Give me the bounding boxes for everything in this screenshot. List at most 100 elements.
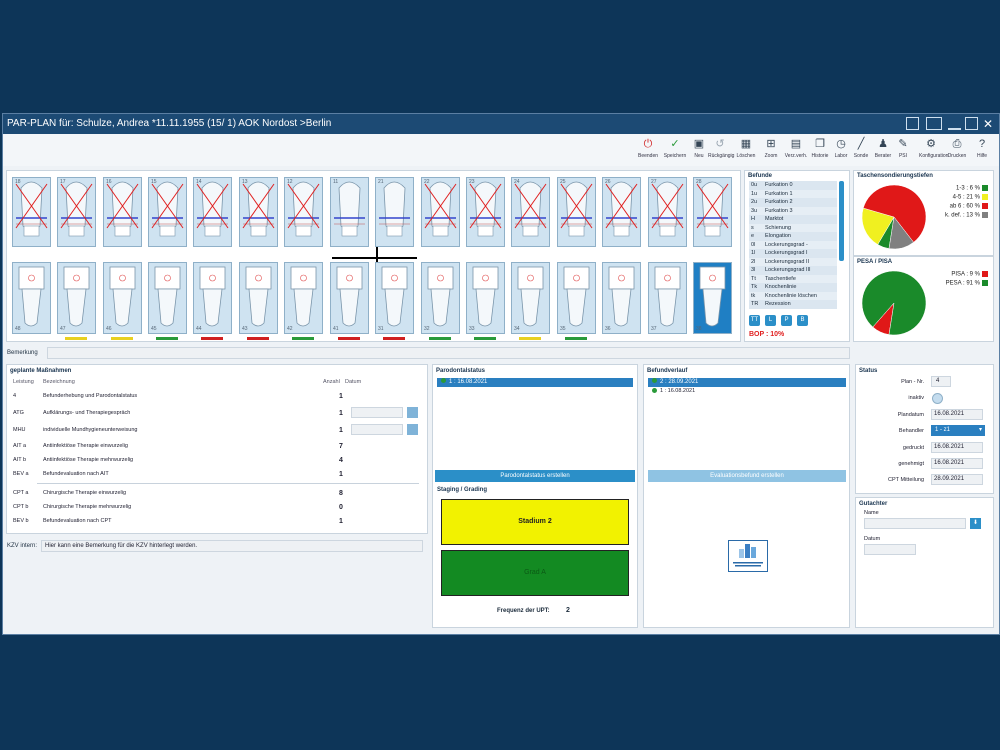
behandler-select[interactable]: 1 - z1 ▾	[931, 425, 985, 436]
befund-code: TR	[751, 301, 759, 307]
befund-item[interactable]: 1u Furkation 1	[749, 189, 837, 198]
befund-item[interactable]: TR Rezession	[749, 300, 837, 309]
toolbar-button-1[interactable]: ✓ Speichern	[663, 137, 687, 165]
tooth-upper-12[interactable]: 12	[284, 177, 323, 247]
befund-item[interactable]: tk Knochenlinie löschen	[749, 291, 837, 300]
calendar-icon[interactable]	[407, 407, 418, 418]
befunde-scrollbar[interactable]	[839, 181, 844, 261]
tooth-upper-26[interactable]: 26	[602, 177, 641, 247]
tooth-lower-32[interactable]: 32	[421, 262, 460, 334]
toolbar-button-6[interactable]: ▤ Verz.verh.	[784, 137, 808, 165]
tooth-upper-17[interactable]: 17	[57, 177, 96, 247]
taschen-title: Taschensondierungstiefen	[857, 173, 933, 179]
close-icon[interactable]: ✕	[983, 114, 993, 134]
kzv-input[interactable]: Hier kann eine Bemerkung für die KZV hin…	[41, 540, 423, 552]
tooth-graphic	[651, 181, 684, 237]
parostatus-create-button[interactable]: Parodontalstatus erstellen	[435, 470, 635, 482]
befundverlauf-item-1[interactable]: 2 : 28.09.2021	[648, 378, 846, 387]
gutachter-datum-input[interactable]	[864, 544, 916, 555]
tooth-upper-15[interactable]: 15	[148, 177, 187, 247]
tooth-lower-42[interactable]: 42	[284, 262, 323, 334]
tooth-upper-23[interactable]: 23	[466, 177, 505, 247]
leistung-datum-input[interactable]	[351, 407, 403, 418]
tooth-lower-46[interactable]: 46	[103, 262, 142, 334]
calendar-icon[interactable]	[407, 424, 418, 435]
toolbar-button-9[interactable]: ╱ Sonde	[849, 137, 873, 165]
tooth-upper-24[interactable]: 24	[511, 177, 550, 247]
tooth-lower-45[interactable]: 45	[148, 262, 187, 334]
toolbar-button-3[interactable]: ↺ Rückgängig	[708, 137, 734, 165]
toolbar-button-12[interactable]: ⚙ Konfiguration	[919, 137, 948, 165]
tooth-upper-16[interactable]: 16	[103, 177, 142, 247]
befund-item[interactable]: 3l Lockerungsgrad III	[749, 266, 837, 275]
evaluation-create-button[interactable]: Evaluationsbefund erstellen	[648, 470, 846, 482]
tooth-lower-34[interactable]: 34	[511, 262, 550, 334]
layout-icon[interactable]	[926, 117, 942, 130]
tooth-number: 35	[560, 326, 566, 332]
befund-item[interactable]: 0u Furkation 0	[749, 181, 837, 190]
befund-item[interactable]: 3u Furkation 3	[749, 206, 837, 215]
befund-item[interactable]: 2u Furkation 2	[749, 198, 837, 207]
toolbar-button-11[interactable]: ✎ PSI	[891, 137, 915, 165]
befund-item[interactable]: H Marktot	[749, 215, 837, 224]
tooth-lower-43[interactable]: 43	[239, 262, 278, 334]
tooth-upper-14[interactable]: 14	[193, 177, 232, 247]
tooth-lower-37[interactable]: 37	[648, 262, 687, 334]
befundverlauf-item-2[interactable]: 1 : 16.08.2021	[648, 388, 695, 394]
toolbar-button-4[interactable]: ▦ Löschen	[734, 137, 758, 165]
export-logo-icon[interactable]	[728, 540, 768, 572]
toolbar-button-5[interactable]: ⊞ Zoom	[759, 137, 783, 165]
befund-tool-button[interactable]: P	[781, 315, 792, 326]
cpt-label: CPT Mitteilung	[888, 477, 924, 483]
tooth-lower-31[interactable]: 31	[375, 262, 414, 334]
toolbar-button-0[interactable]: ⏻ Beenden	[636, 137, 660, 165]
maximize-icon[interactable]	[965, 117, 978, 130]
tooth-upper-27[interactable]: 27	[648, 177, 687, 247]
tooth-graphic	[469, 181, 502, 237]
minimize-icon[interactable]	[948, 117, 961, 130]
bemerkung-input[interactable]	[47, 347, 850, 359]
befund-label: Furkation 1	[765, 190, 793, 197]
befund-item[interactable]: 1l Lockerungsgrad I	[749, 249, 837, 258]
tooth-upper-25[interactable]: 25	[557, 177, 596, 247]
befund-item[interactable]: 2l Lockerungsgrad II	[749, 257, 837, 266]
tooth-lower-35[interactable]: 35	[557, 262, 596, 334]
inaktiv-toggle[interactable]	[932, 393, 943, 404]
tooth-upper-28[interactable]: 28	[693, 177, 732, 247]
befund-item[interactable]: Tt Taschentiefe	[749, 274, 837, 283]
tooth-lower-44[interactable]: 44	[193, 262, 232, 334]
leistung-code: ATG	[13, 410, 24, 416]
plandatum-input[interactable]: 16.08.2021	[931, 409, 983, 420]
befund-item[interactable]: s Schienung	[749, 223, 837, 232]
tooth-upper-21[interactable]: 21	[375, 177, 414, 247]
tooth-lower-33[interactable]: 33	[466, 262, 505, 334]
toolbar-button-14[interactable]: ? Hilfe	[970, 137, 994, 165]
befund-tool-button[interactable]: L	[765, 315, 776, 326]
tooth-upper-11[interactable]: 11	[330, 177, 369, 247]
tooth-upper-13[interactable]: 13	[239, 177, 278, 247]
keyboard-icon[interactable]	[906, 117, 919, 130]
befund-tool-button[interactable]: B	[797, 315, 808, 326]
download-icon[interactable]: ⬇	[970, 518, 981, 529]
tooth-lower-47[interactable]: 47	[57, 262, 96, 334]
gutachter-name-input[interactable]	[864, 518, 966, 529]
power-icon: ⏻	[643, 138, 653, 150]
tooth-lower-48[interactable]: 48	[12, 262, 51, 334]
genehmigt-input[interactable]: 16.08.2021	[931, 458, 983, 469]
tooth-lower-36[interactable]: 36	[602, 262, 641, 334]
befund-item[interactable]: e Elongation	[749, 232, 837, 241]
befund-item[interactable]: 0l Lockerungsgrad -	[749, 240, 837, 249]
befund-item[interactable]: Tk Knochenlinie	[749, 283, 837, 292]
gedruckt-input[interactable]: 16.08.2021	[931, 442, 983, 453]
tooth-upper-22[interactable]: 22	[421, 177, 460, 247]
toolbar-button-13[interactable]: ⎙ Drucken	[945, 137, 969, 165]
cpt-input[interactable]: 28.09.2021	[931, 474, 983, 485]
befund-tool-button[interactable]: TT	[749, 315, 760, 326]
leistung-datum-input[interactable]	[351, 424, 403, 435]
tooth-lower-41[interactable]: 41	[330, 262, 369, 334]
plan-nr-input[interactable]: 4	[931, 376, 951, 387]
parostatus-item[interactable]: 1 : 16.08.2021	[437, 378, 633, 387]
tooth-lower-38[interactable]: 38	[693, 262, 732, 334]
befund-label: Lockerungsgrad II	[765, 258, 810, 265]
tooth-upper-18[interactable]: 18	[12, 177, 51, 247]
